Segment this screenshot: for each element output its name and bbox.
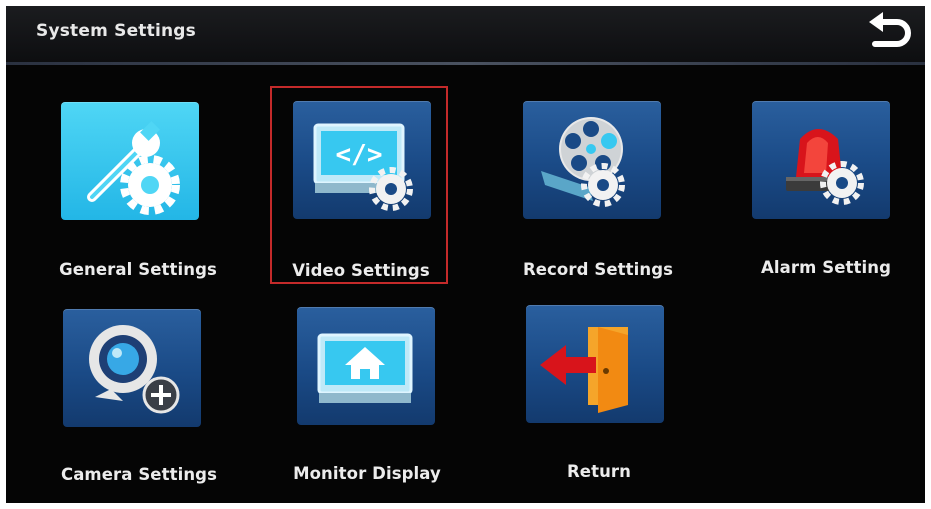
tile-video-settings[interactable]: </> Video Settings: [266, 96, 466, 296]
alarm-setting-icon-box: [752, 101, 890, 219]
tile-alarm-setting[interactable]: Alarm Setting: [721, 96, 921, 296]
return-icon-box: [526, 305, 664, 423]
tile-return[interactable]: Return: [493, 302, 693, 502]
alarm-setting-label: Alarm Setting: [761, 258, 891, 277]
monitor-home-icon: [317, 333, 413, 403]
back-button[interactable]: [861, 12, 917, 56]
camera-settings-icon-box: [63, 309, 201, 427]
monitor-code-gear-icon: </>: [313, 123, 413, 211]
return-label: Return: [566, 462, 631, 481]
tile-camera-settings[interactable]: Camera Settings: [36, 302, 236, 502]
header-divider: [6, 62, 925, 65]
monitor-display-icon-box: [297, 307, 435, 425]
film-reel-gear-icon: [541, 117, 625, 207]
screen: System Settings General Settings </> Vid…: [6, 6, 925, 503]
tile-monitor-display[interactable]: Monitor Display: [266, 302, 466, 502]
tile-general-settings[interactable]: General Settings: [38, 96, 238, 296]
svg-text:</>: </>: [336, 140, 383, 170]
record-settings-label: Record Settings: [522, 260, 674, 279]
page-title: System Settings: [36, 21, 196, 41]
general-settings-icon-box: [61, 102, 199, 220]
record-settings-icon-box: [523, 101, 661, 219]
camera-settings-label: Camera Settings: [60, 465, 218, 484]
header-bar: System Settings: [6, 6, 925, 62]
wrench-gear-icon: [87, 121, 180, 215]
video-settings-icon-box: </>: [293, 101, 431, 219]
camera-add-icon: [89, 325, 180, 414]
video-settings-label: Video Settings: [292, 261, 430, 280]
back-arrow-icon: [869, 12, 911, 47]
exit-door-icon: [540, 327, 628, 413]
siren-gear-icon: [786, 129, 864, 205]
monitor-display-label: Monitor Display: [293, 464, 441, 483]
tile-record-settings[interactable]: Record Settings: [492, 96, 692, 296]
general-settings-label: General Settings: [59, 260, 217, 279]
